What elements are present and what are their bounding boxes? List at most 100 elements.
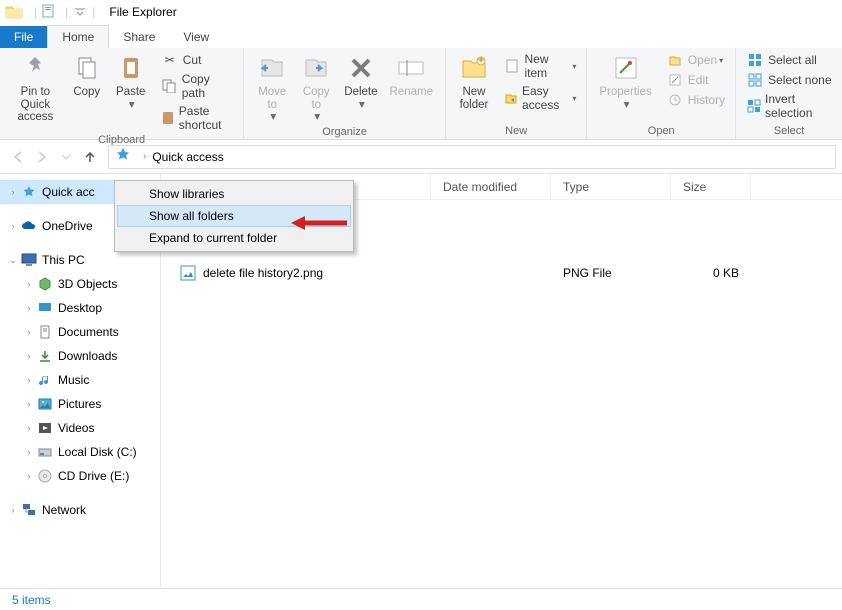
quick-access-star-icon	[115, 147, 131, 166]
delete-button[interactable]: Delete▾	[338, 50, 383, 113]
qat-dropdown-icon[interactable]	[72, 4, 88, 20]
separator: |	[92, 5, 95, 19]
content: › Quick acc › OneDrive ⌄ This PC ›3D Obj…	[0, 174, 842, 588]
context-show-libraries[interactable]: Show libraries	[117, 183, 351, 205]
monitor-icon	[20, 252, 38, 268]
sidebar-item-documents[interactable]: ›Documents	[0, 320, 160, 344]
sidebar-item-music[interactable]: ›Music	[0, 368, 160, 392]
pin-icon	[19, 52, 51, 84]
sidebar-item-3d-objects[interactable]: ›3D Objects	[0, 272, 160, 296]
invert-selection-button[interactable]: Invert selection	[742, 90, 836, 122]
recent-dropdown[interactable]	[54, 145, 78, 169]
copy-button[interactable]: Copy	[65, 50, 109, 101]
star-icon	[20, 184, 38, 200]
move-to-icon	[256, 52, 288, 84]
group-organize: Move to▾ Copy to▾ Delete▾ Rename Organiz…	[244, 48, 446, 139]
copy-icon	[71, 52, 103, 84]
rename-button[interactable]: Rename	[384, 50, 439, 101]
svg-text:✦: ✦	[476, 55, 486, 67]
window-title: File Explorer	[109, 5, 176, 19]
chevron-down-icon[interactable]: ⌄	[6, 255, 20, 266]
file-row[interactable]: delete file history2.png PNG File 0 KB	[161, 260, 842, 286]
tab-home[interactable]: Home	[47, 25, 109, 48]
downloads-icon	[36, 348, 54, 364]
disk-icon	[36, 444, 54, 460]
paste-button[interactable]: Paste ▾	[109, 50, 153, 113]
desktop-icon	[36, 300, 54, 316]
sidebar-item-local-disk[interactable]: ›Local Disk (C:)	[0, 440, 160, 464]
paste-icon	[115, 52, 147, 84]
column-type[interactable]: Type	[551, 174, 671, 199]
history-button[interactable]: History	[662, 90, 729, 110]
easy-access-icon	[504, 90, 518, 106]
cube-icon	[36, 276, 54, 292]
ribbon: Pin to Quick access Copy Paste ▾ ✂Cut Co…	[0, 48, 842, 140]
address-location: Quick access	[152, 150, 223, 164]
chevron-right-icon[interactable]: ›	[6, 187, 20, 197]
up-button[interactable]	[78, 145, 102, 169]
back-button[interactable]	[6, 145, 30, 169]
column-date[interactable]: Date modified	[431, 174, 551, 199]
address-box[interactable]: › Quick access	[108, 145, 836, 169]
forward-button[interactable]	[30, 145, 54, 169]
ribbon-tabs: File Home Share View	[0, 24, 842, 48]
group-select: Select all Select none Invert selection …	[736, 48, 842, 139]
quick-doc-icon[interactable]	[41, 4, 57, 20]
sidebar-item-pictures[interactable]: ›Pictures	[0, 392, 160, 416]
invert-icon	[746, 98, 761, 114]
new-folder-icon: ✦	[458, 52, 490, 84]
network-icon	[20, 502, 38, 518]
address-bar: › Quick access	[0, 140, 842, 174]
group-label: New	[452, 125, 580, 139]
edit-button[interactable]: Edit	[662, 70, 729, 90]
paste-shortcut-button[interactable]: Paste shortcut	[157, 102, 238, 134]
group-label: Open	[593, 125, 729, 139]
open-button[interactable]: Open▾	[662, 50, 729, 70]
chevron-right-icon[interactable]: ›	[143, 151, 146, 162]
group-new: ✦New folder New item▾ Easy access▾ New	[446, 48, 587, 139]
tab-file[interactable]: File	[0, 26, 47, 48]
videos-icon	[36, 420, 54, 436]
select-all-button[interactable]: Select all	[742, 50, 836, 70]
cloud-icon	[20, 218, 38, 234]
copy-to-icon	[300, 52, 332, 84]
tab-view[interactable]: View	[169, 26, 223, 48]
tab-share[interactable]: Share	[109, 26, 169, 48]
cd-icon	[36, 468, 54, 484]
file-view[interactable]: Name Date modified Type Size delete file…	[160, 174, 842, 588]
sidebar-item-network[interactable]: › Network	[0, 498, 160, 522]
delete-icon	[345, 52, 377, 84]
copy-path-button[interactable]: Copy path	[157, 70, 238, 102]
music-icon	[36, 372, 54, 388]
new-item-button[interactable]: New item▾	[500, 50, 580, 82]
status-bar: 5 items	[0, 588, 842, 610]
separator: |	[65, 5, 68, 19]
chevron-down-icon: ▾	[129, 99, 135, 112]
move-to-button[interactable]: Move to▾	[250, 50, 294, 126]
copy-to-button[interactable]: Copy to▾	[294, 50, 338, 126]
select-none-icon	[746, 72, 764, 88]
easy-access-button[interactable]: Easy access▾	[500, 82, 580, 114]
separator: |	[34, 5, 37, 19]
select-none-button[interactable]: Select none	[742, 70, 836, 90]
select-all-icon	[746, 52, 764, 68]
sidebar-item-videos[interactable]: ›Videos	[0, 416, 160, 440]
pictures-icon	[36, 396, 54, 412]
scissors-icon: ✂	[161, 52, 179, 68]
status-text: 5 items	[12, 593, 51, 607]
context-menu: Show libraries Show all folders Expand t…	[114, 180, 354, 252]
group-label: Select	[742, 125, 836, 139]
chevron-right-icon[interactable]: ›	[6, 221, 20, 231]
sidebar-item-downloads[interactable]: ›Downloads	[0, 344, 160, 368]
column-size[interactable]: Size	[671, 174, 751, 199]
group-clipboard: Pin to Quick access Copy Paste ▾ ✂Cut Co…	[0, 48, 244, 139]
new-folder-button[interactable]: ✦New folder	[452, 50, 496, 113]
properties-button[interactable]: Properties▾	[593, 50, 657, 113]
cut-button[interactable]: ✂Cut	[157, 50, 238, 70]
sidebar-item-desktop[interactable]: ›Desktop	[0, 296, 160, 320]
new-item-icon	[504, 58, 521, 74]
chevron-right-icon[interactable]: ›	[6, 505, 20, 515]
pin-button[interactable]: Pin to Quick access	[6, 50, 65, 126]
sidebar-item-cd-drive[interactable]: ›CD Drive (E:)	[0, 464, 160, 488]
rename-icon	[395, 52, 427, 84]
